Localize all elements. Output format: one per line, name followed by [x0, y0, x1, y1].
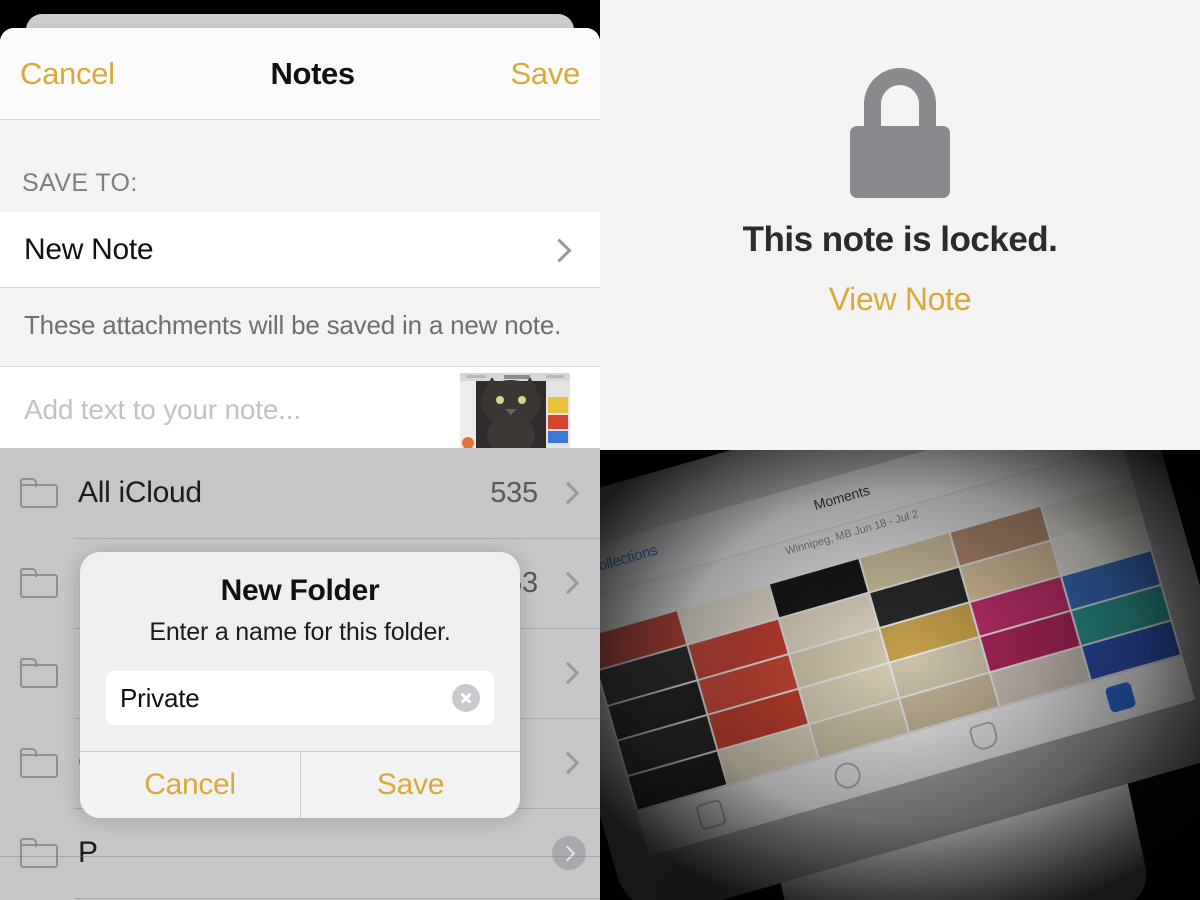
note-text-field[interactable]: Add text to your note...	[0, 367, 600, 448]
photo-attachment-thumbnail[interactable]	[460, 373, 570, 448]
chevron-right-icon	[556, 751, 580, 775]
destination-hint-text: These attachments will be saved in a new…	[24, 310, 562, 340]
folder-icon	[20, 747, 60, 779]
table-row[interactable]: All iCloud 535	[0, 448, 600, 538]
folder-icon	[20, 477, 60, 509]
chevron-right-circle-icon[interactable]	[552, 836, 586, 870]
locked-note-panel: This note is locked. View Note	[600, 0, 1200, 450]
folder-name-input[interactable]: Private	[106, 671, 494, 725]
dialog-body: New Folder Enter a name for this folder.…	[80, 552, 520, 751]
save-button[interactable]: Save	[511, 56, 581, 92]
folder-icon	[20, 567, 60, 599]
lock-body	[850, 126, 950, 198]
memories-tab-icon[interactable]	[831, 759, 864, 792]
lock-closed-icon	[840, 68, 960, 198]
table-row[interactable]: P	[0, 808, 600, 898]
save-to-label: SAVE TO:	[22, 169, 138, 197]
folder-name: All iCloud	[78, 476, 202, 509]
photos-tab-icon[interactable]	[695, 798, 728, 831]
folder-icon	[20, 657, 60, 689]
dialog-actions: Cancel Save	[80, 751, 520, 818]
page-title: Notes	[270, 56, 356, 91]
iphone-photo-panel: ‹ Collections Moments Select Winnipeg, M…	[600, 450, 1200, 900]
chevron-right-icon	[556, 571, 580, 595]
new-folder-dialog: New Folder Enter a name for this folder.…	[80, 552, 520, 818]
chevron-right-icon	[556, 481, 580, 505]
dialog-save-button[interactable]: Save	[300, 752, 520, 818]
albums-tab-icon[interactable]	[1104, 681, 1137, 714]
folder-icon	[20, 837, 60, 869]
share-sheet: Cancel Notes Save SAVE TO: New Note Thes…	[0, 28, 600, 448]
notes-share-sheet-panel: All iCloud 535 Notes 153 M	[0, 0, 600, 900]
clear-circle-icon[interactable]	[452, 684, 480, 712]
view-note-button[interactable]: View Note	[823, 280, 978, 319]
chevron-glyph	[559, 845, 575, 861]
destination-name: New Note	[24, 233, 154, 266]
screenshot-collage: All iCloud 535 Notes 153 M	[0, 0, 1200, 900]
dialog-message: Enter a name for this folder.	[149, 618, 451, 646]
folder-name: P	[78, 836, 98, 869]
dialog-title: New Folder	[220, 574, 380, 607]
divider	[0, 856, 600, 857]
cancel-button[interactable]: Cancel	[20, 56, 115, 92]
save-to-section-header: SAVE TO:	[0, 120, 600, 212]
sheet-navigation-bar: Cancel Notes Save	[0, 28, 600, 120]
shared-tab-icon[interactable]	[968, 720, 1001, 753]
destination-hint: These attachments will be saved in a new…	[0, 288, 600, 367]
folder-count: 535	[490, 476, 538, 509]
folder-name-value: Private	[120, 682, 200, 713]
locked-note-title: This note is locked.	[742, 220, 1058, 259]
attachment-thumb-art	[460, 373, 570, 448]
dialog-cancel-button[interactable]: Cancel	[80, 752, 300, 818]
chevron-right-icon	[547, 237, 572, 263]
destination-row[interactable]: New Note	[0, 212, 600, 288]
chevron-right-icon	[556, 661, 580, 685]
